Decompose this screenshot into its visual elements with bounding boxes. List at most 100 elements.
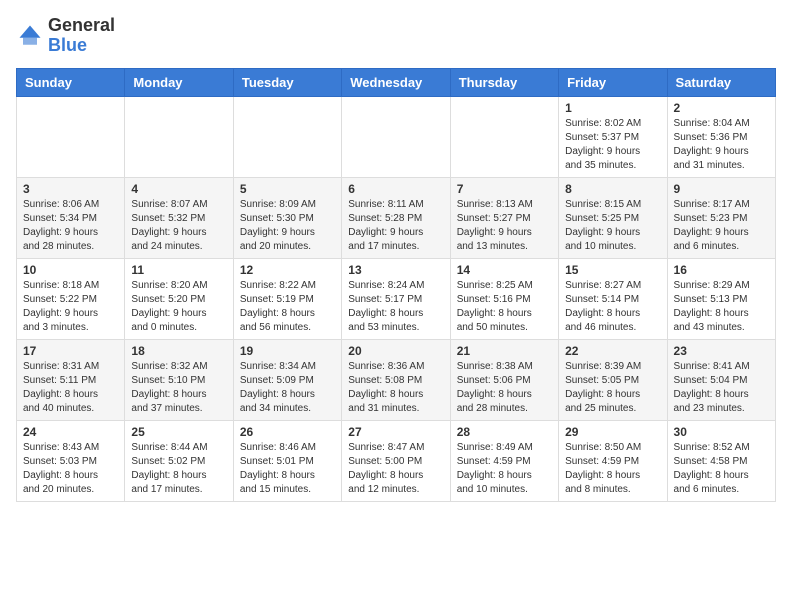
calendar-cell: 2Sunrise: 8:04 AM Sunset: 5:36 PM Daylig… [667,96,775,177]
day-info: Sunrise: 8:46 AM Sunset: 5:01 PM Dayligh… [240,441,335,497]
day-info: Sunrise: 8:47 AM Sunset: 5:00 PM Dayligh… [348,441,443,497]
calendar-header-row: SundayMondayTuesdayWednesdayThursdayFrid… [17,68,776,96]
calendar-cell: 20 Sunrise: 8:36 AM Sunset: 5:08 PM Dayli… [342,339,450,420]
day-info: Sunrise: 8:39 AM Sunset: 5:05 PM Dayligh… [565,360,660,416]
day-info: Sunrise: 8:13 AM Sunset: 5:27 PM Dayligh… [457,198,552,254]
day-number: 19 [240,344,335,358]
calendar-cell: 21Sunrise: 8:38 AM Sunset: 5:06 PM Dayli… [450,339,558,420]
calendar-cell: 24Sunrise: 8:43 AM Sunset: 5:03 PM Dayli… [17,420,125,501]
day-number: 3 [23,182,118,196]
day-number: 6 [348,182,443,196]
calendar-cell: 30 Sunrise: 8:52 AM Sunset: 4:58 PM Dayli… [667,420,775,501]
calendar-cell: 17 Sunrise: 8:31 AM Sunset: 5:11 PM Dayli… [17,339,125,420]
calendar-cell: 22 Sunrise: 8:39 AM Sunset: 5:05 PM Dayli… [559,339,667,420]
calendar-week-3: 10 Sunrise: 8:18 AM Sunset: 5:22 PM Dayli… [17,258,776,339]
calendar-cell [17,96,125,177]
day-number: 15 [565,263,660,277]
day-info: Sunrise: 8:41 AM Sunset: 5:04 PM Dayligh… [674,360,769,416]
calendar-table: SundayMondayTuesdayWednesdayThursdayFrid… [16,68,776,502]
calendar-cell: 18 Sunrise: 8:32 AM Sunset: 5:10 PM Dayli… [125,339,233,420]
calendar-cell: 7Sunrise: 8:13 AM Sunset: 5:27 PM Daylig… [450,177,558,258]
calendar-cell: 15 Sunrise: 8:27 AM Sunset: 5:14 PM Dayli… [559,258,667,339]
logo-blue: Blue [48,35,87,55]
weekday-header-friday: Friday [559,68,667,96]
day-number: 9 [674,182,769,196]
day-info: Sunrise: 8:29 AM Sunset: 5:13 PM Dayligh… [674,279,769,335]
calendar-cell: 9 Sunrise: 8:17 AM Sunset: 5:23 PM Daylig… [667,177,775,258]
calendar-cell: 10 Sunrise: 8:18 AM Sunset: 5:22 PM Dayli… [17,258,125,339]
weekday-header-saturday: Saturday [667,68,775,96]
day-info: Sunrise: 8:50 AM Sunset: 4:59 PM Dayligh… [565,441,660,497]
day-number: 5 [240,182,335,196]
day-number: 12 [240,263,335,277]
day-number: 29 [565,425,660,439]
calendar-cell: 29 Sunrise: 8:50 AM Sunset: 4:59 PM Dayli… [559,420,667,501]
calendar-cell: 26 Sunrise: 8:46 AM Sunset: 5:01 PM Dayli… [233,420,341,501]
day-info: Sunrise: 8:36 AM Sunset: 5:08 PM Dayligh… [348,360,443,416]
day-number: 11 [131,263,226,277]
calendar-cell [342,96,450,177]
day-number: 22 [565,344,660,358]
calendar-cell: 25Sunrise: 8:44 AM Sunset: 5:02 PM Dayli… [125,420,233,501]
calendar-week-1: 1Sunrise: 8:02 AM Sunset: 5:37 PM Daylig… [17,96,776,177]
day-number: 23 [674,344,769,358]
page-header: General Blue [16,16,776,56]
day-info: Sunrise: 8:43 AM Sunset: 5:03 PM Dayligh… [23,441,118,497]
logo-icon [16,22,44,50]
calendar-week-4: 17 Sunrise: 8:31 AM Sunset: 5:11 PM Dayli… [17,339,776,420]
day-number: 30 [674,425,769,439]
day-number: 13 [348,263,443,277]
day-info: Sunrise: 8:11 AM Sunset: 5:28 PM Dayligh… [348,198,443,254]
weekday-header-monday: Monday [125,68,233,96]
day-number: 2 [674,101,769,115]
calendar-cell: 12 Sunrise: 8:22 AM Sunset: 5:19 PM Dayli… [233,258,341,339]
day-number: 10 [23,263,118,277]
day-info: Sunrise: 8:25 AM Sunset: 5:16 PM Dayligh… [457,279,552,335]
day-number: 28 [457,425,552,439]
day-info: Sunrise: 8:44 AM Sunset: 5:02 PM Dayligh… [131,441,226,497]
day-info: Sunrise: 8:31 AM Sunset: 5:11 PM Dayligh… [23,360,118,416]
weekday-header-sunday: Sunday [17,68,125,96]
calendar-week-5: 24Sunrise: 8:43 AM Sunset: 5:03 PM Dayli… [17,420,776,501]
calendar-cell: 19 Sunrise: 8:34 AM Sunset: 5:09 PM Dayli… [233,339,341,420]
day-info: Sunrise: 8:09 AM Sunset: 5:30 PM Dayligh… [240,198,335,254]
calendar-cell: 1Sunrise: 8:02 AM Sunset: 5:37 PM Daylig… [559,96,667,177]
calendar-cell: 27Sunrise: 8:47 AM Sunset: 5:00 PM Dayli… [342,420,450,501]
day-info: Sunrise: 8:49 AM Sunset: 4:59 PM Dayligh… [457,441,552,497]
calendar-cell: 8Sunrise: 8:15 AM Sunset: 5:25 PM Daylig… [559,177,667,258]
logo-general: General [48,15,115,35]
day-info: Sunrise: 8:18 AM Sunset: 5:22 PM Dayligh… [23,279,118,335]
day-info: Sunrise: 8:52 AM Sunset: 4:58 PM Dayligh… [674,441,769,497]
day-info: Sunrise: 8:27 AM Sunset: 5:14 PM Dayligh… [565,279,660,335]
logo-text: General Blue [48,16,115,56]
day-number: 20 [348,344,443,358]
day-info: Sunrise: 8:38 AM Sunset: 5:06 PM Dayligh… [457,360,552,416]
day-info: Sunrise: 8:34 AM Sunset: 5:09 PM Dayligh… [240,360,335,416]
day-number: 16 [674,263,769,277]
day-info: Sunrise: 8:32 AM Sunset: 5:10 PM Dayligh… [131,360,226,416]
day-info: Sunrise: 8:20 AM Sunset: 5:20 PM Dayligh… [131,279,226,335]
calendar-cell: 3 Sunrise: 8:06 AM Sunset: 5:34 PM Daylig… [17,177,125,258]
day-number: 17 [23,344,118,358]
day-number: 18 [131,344,226,358]
calendar-cell: 16 Sunrise: 8:29 AM Sunset: 5:13 PM Dayli… [667,258,775,339]
day-info: Sunrise: 8:06 AM Sunset: 5:34 PM Dayligh… [23,198,118,254]
calendar-cell: 4Sunrise: 8:07 AM Sunset: 5:32 PM Daylig… [125,177,233,258]
calendar-cell: 23 Sunrise: 8:41 AM Sunset: 5:04 PM Dayli… [667,339,775,420]
day-info: Sunrise: 8:22 AM Sunset: 5:19 PM Dayligh… [240,279,335,335]
calendar-cell: 28 Sunrise: 8:49 AM Sunset: 4:59 PM Dayli… [450,420,558,501]
day-info: Sunrise: 8:17 AM Sunset: 5:23 PM Dayligh… [674,198,769,254]
logo: General Blue [16,16,115,56]
calendar-cell: 14Sunrise: 8:25 AM Sunset: 5:16 PM Dayli… [450,258,558,339]
calendar-cell: 13Sunrise: 8:24 AM Sunset: 5:17 PM Dayli… [342,258,450,339]
calendar-cell: 11 Sunrise: 8:20 AM Sunset: 5:20 PM Dayli… [125,258,233,339]
calendar-cell: 6 Sunrise: 8:11 AM Sunset: 5:28 PM Daylig… [342,177,450,258]
weekday-header-thursday: Thursday [450,68,558,96]
weekday-header-tuesday: Tuesday [233,68,341,96]
calendar-cell [450,96,558,177]
weekday-header-wednesday: Wednesday [342,68,450,96]
day-info: Sunrise: 8:07 AM Sunset: 5:32 PM Dayligh… [131,198,226,254]
day-number: 8 [565,182,660,196]
day-number: 26 [240,425,335,439]
day-info: Sunrise: 8:02 AM Sunset: 5:37 PM Dayligh… [565,117,660,173]
